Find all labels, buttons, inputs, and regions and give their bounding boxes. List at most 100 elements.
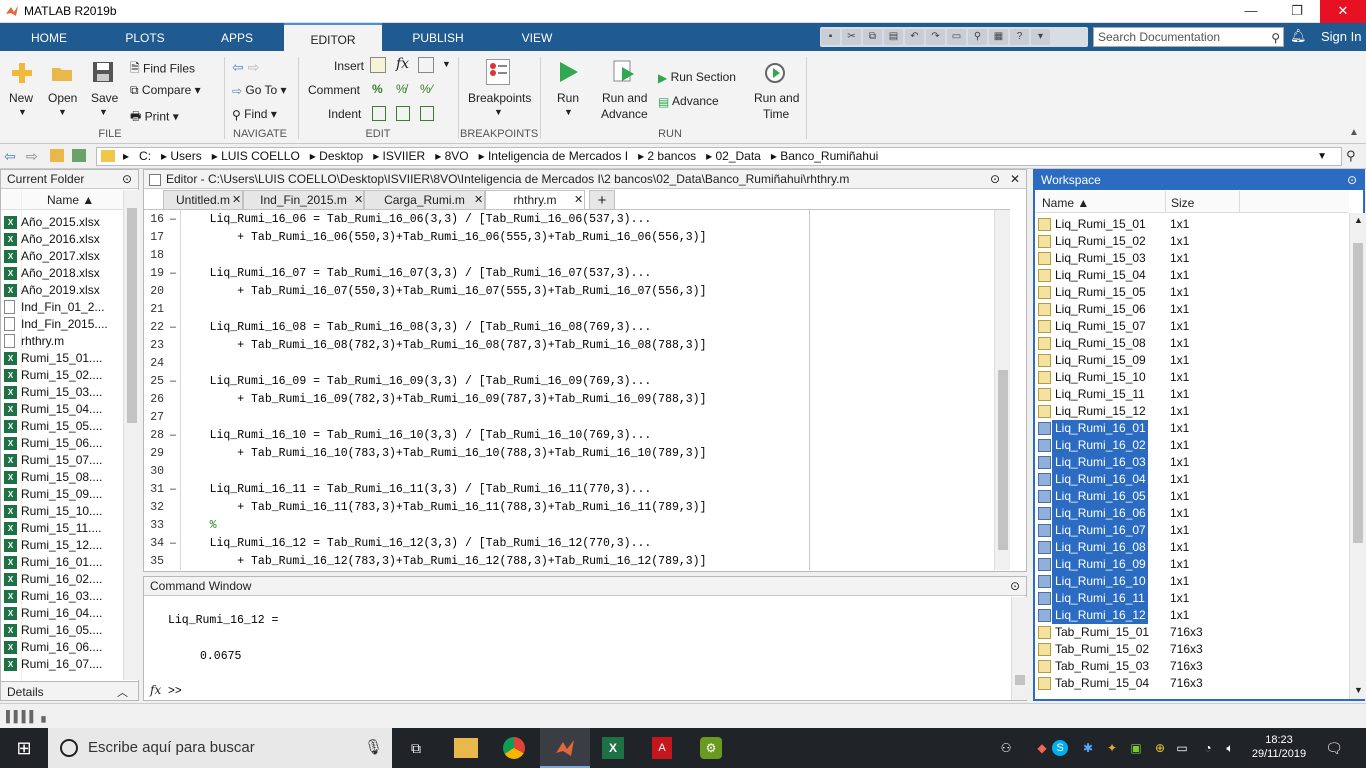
workspace-row[interactable]: Liq_Rumi_15_04 1x1 <box>1036 267 1348 284</box>
open-button[interactable]: Open <box>48 91 77 105</box>
chevron-down-icon[interactable]: ▼ <box>1317 148 1327 165</box>
back-arrow-icon[interactable]: ⇦ <box>4 148 16 165</box>
browse-folder-icon[interactable] <box>72 149 86 162</box>
code-line[interactable]: + Tab_Rumi_16_10(783,3)+Tab_Rumi_16_10(7… <box>182 447 706 460</box>
run-and-time-icon[interactable] <box>764 59 788 85</box>
run-button[interactable]: Run <box>557 91 579 105</box>
run-section-button[interactable]: ▶ Run Section <box>658 70 736 85</box>
collapse-toolstrip-icon[interactable]: ▲ <box>1349 127 1359 138</box>
search-icon[interactable]: ⚲ <box>1346 148 1356 164</box>
save-button[interactable]: Save <box>91 91 118 105</box>
smart-indent-icon[interactable] <box>372 106 386 121</box>
workspace-row[interactable]: Liq_Rumi_15_09 1x1 <box>1036 352 1348 369</box>
path-segment[interactable]: LUIS COELLO <box>221 149 300 163</box>
breakpoint-marker[interactable]: – <box>170 429 176 441</box>
paste-icon[interactable]: ▤ <box>884 29 903 45</box>
compare-button[interactable]: ⧉ Compare ▾ <box>130 83 201 98</box>
save-icon[interactable]: ▪ <box>821 29 840 45</box>
scrollbar-thumb[interactable] <box>127 208 137 423</box>
decrease-indent-icon[interactable] <box>420 106 434 121</box>
workspace-row[interactable]: Liq_Rumi_15_05 1x1 <box>1036 284 1348 301</box>
file-item[interactable]: X Año_2018.xlsx <box>4 265 100 282</box>
path-segment[interactable]: Banco_Rumiñahui <box>780 149 878 163</box>
panel-menu-icon[interactable]: ⊙ <box>1347 171 1357 190</box>
path-segment[interactable]: ISVIIER <box>383 149 426 163</box>
workspace-row[interactable]: Liq_Rumi_15_06 1x1 <box>1036 301 1348 318</box>
chevron-down-icon[interactable]: ▼ <box>58 107 67 117</box>
workspace-row[interactable]: Liq_Rumi_16_04 1x1 <box>1036 471 1348 488</box>
workspace-row[interactable]: Liq_Rumi_16_05 1x1 <box>1036 488 1348 505</box>
panel-menu-icon[interactable]: ⊙ <box>1010 577 1020 596</box>
tab-plots[interactable]: PLOTS <box>114 23 176 51</box>
path-segment[interactable]: 2 bancos <box>647 149 696 163</box>
scrollbar[interactable] <box>123 190 139 680</box>
battery-icon[interactable]: ▭ <box>1170 736 1194 760</box>
scrollbar-thumb[interactable] <box>1353 243 1363 543</box>
file-item[interactable]: X Año_2017.xlsx <box>4 248 100 265</box>
editor-tab-rhthry[interactable]: rhthry.m <box>485 190 585 209</box>
file-item[interactable]: X Rumi_15_05.... <box>4 418 102 435</box>
volume-icon[interactable]: 🔈︎ <box>1218 736 1242 760</box>
panel-menu-icon[interactable]: ⊙ <box>122 170 132 189</box>
uncomment-icon[interactable]: %̸ <box>396 82 407 96</box>
close-icon[interactable]: ✕ <box>1320 0 1366 23</box>
editor-tab-carga-rumi[interactable]: Carga_Rumi.m <box>364 190 485 209</box>
workspace-row[interactable]: Liq_Rumi_16_11 1x1 <box>1036 590 1348 607</box>
code-line[interactable]: Liq_Rumi_16_11 = Tab_Rumi_16_11(3,3) / [… <box>182 483 652 496</box>
skype-icon[interactable]: S <box>1052 740 1068 756</box>
breakpoint-marker[interactable]: – <box>170 537 176 549</box>
microphone-icon[interactable]: 🎙︎ <box>364 728 383 768</box>
new-tab-button[interactable]: + <box>589 190 615 209</box>
file-item[interactable]: Ind_Fin_01_2... <box>4 299 104 316</box>
workspace-row[interactable]: Liq_Rumi_16_03 1x1 <box>1036 454 1348 471</box>
code-line[interactable]: Liq_Rumi_16_10 = Tab_Rumi_16_10(3,3) / [… <box>182 429 652 442</box>
tab-view[interactable]: VIEW <box>508 23 566 51</box>
workspace-row[interactable]: Tab_Rumi_15_01 716x3 <box>1036 624 1348 641</box>
comment-button[interactable]: Comment <box>308 83 360 97</box>
tray-app-icon[interactable]: ⊕ <box>1148 736 1172 760</box>
file-item[interactable]: X Rumi_15_11.... <box>4 520 102 537</box>
code-line[interactable]: % <box>182 519 217 532</box>
breakpoint-marker[interactable]: – <box>170 375 176 387</box>
workspace-row[interactable]: Liq_Rumi_15_08 1x1 <box>1036 335 1348 352</box>
people-icon[interactable]: ⚇ <box>994 736 1018 760</box>
tray-app-icon[interactable]: ◆ <box>1030 736 1054 760</box>
column-header-name[interactable]: Name ▲ <box>1 190 123 210</box>
file-item[interactable]: X Rumi_16_03.... <box>4 588 102 605</box>
chevron-up-icon[interactable]: ︿ <box>117 684 128 700</box>
find-files-button[interactable]: 🗎 Find Files <box>130 59 195 80</box>
scrollbar-thumb[interactable] <box>998 370 1008 550</box>
fx-icon[interactable]: fx <box>150 683 161 697</box>
acrobat-icon[interactable]: A <box>652 737 672 759</box>
chevron-down-icon[interactable]: ▼ <box>564 107 573 117</box>
nvidia-icon[interactable]: ▣ <box>1124 736 1148 760</box>
insert-icon[interactable] <box>370 57 386 73</box>
close-icon[interactable]: ✕ <box>232 193 241 206</box>
search-documentation-input[interactable]: Search Documentation ⚲ <box>1093 27 1284 47</box>
file-item[interactable]: X Año_2019.xlsx <box>4 282 100 299</box>
redo-icon[interactable]: ↷ <box>926 29 945 45</box>
details-panel-header[interactable]: Details ︿ <box>0 681 139 701</box>
path-segment[interactable]: C: <box>139 149 151 163</box>
taskbar-search-input[interactable]: Escribe aquí para buscar 🎙︎ <box>48 728 392 768</box>
file-item[interactable]: Ind_Fin_2015.... <box>4 316 108 333</box>
excel-icon[interactable]: X <box>602 737 624 759</box>
chevron-down-icon[interactable]: ▼ <box>442 59 451 69</box>
tab-publish[interactable]: PUBLISH <box>404 23 472 51</box>
run-icon[interactable] <box>556 59 580 85</box>
file-item[interactable]: X Rumi_15_09.... <box>4 486 102 503</box>
forward-arrow-icon[interactable]: ⇨ <box>26 148 38 165</box>
restore-icon[interactable]: ❐ <box>1274 0 1320 23</box>
breakpoint-marker[interactable]: – <box>170 321 176 333</box>
file-item[interactable]: X Rumi_15_07.... <box>4 452 102 469</box>
code-line[interactable]: + Tab_Rumi_16_12(783,3)+Tab_Rumi_16_12(7… <box>182 555 706 568</box>
workspace-row[interactable]: Liq_Rumi_15_07 1x1 <box>1036 318 1348 335</box>
go-to-button[interactable]: ⇨ Go To ▾ <box>232 83 287 98</box>
workspace-row[interactable]: Tab_Rumi_15_04 716x3 <box>1036 675 1348 692</box>
folder-path[interactable]: ▸ C: ▸ Users ▸ LUIS COELLO ▸ Desktop ▸ ISVIIE… <box>96 147 1342 166</box>
back-arrow-icon[interactable]: ⇦ ⇨ <box>232 59 259 76</box>
breakpoint-marker[interactable]: – <box>170 213 176 225</box>
advance-button[interactable]: ▤ Advance <box>658 94 719 109</box>
comment-percent-icon[interactable]: % <box>372 82 383 96</box>
chevron-down-icon[interactable]: ▼ <box>99 107 108 117</box>
